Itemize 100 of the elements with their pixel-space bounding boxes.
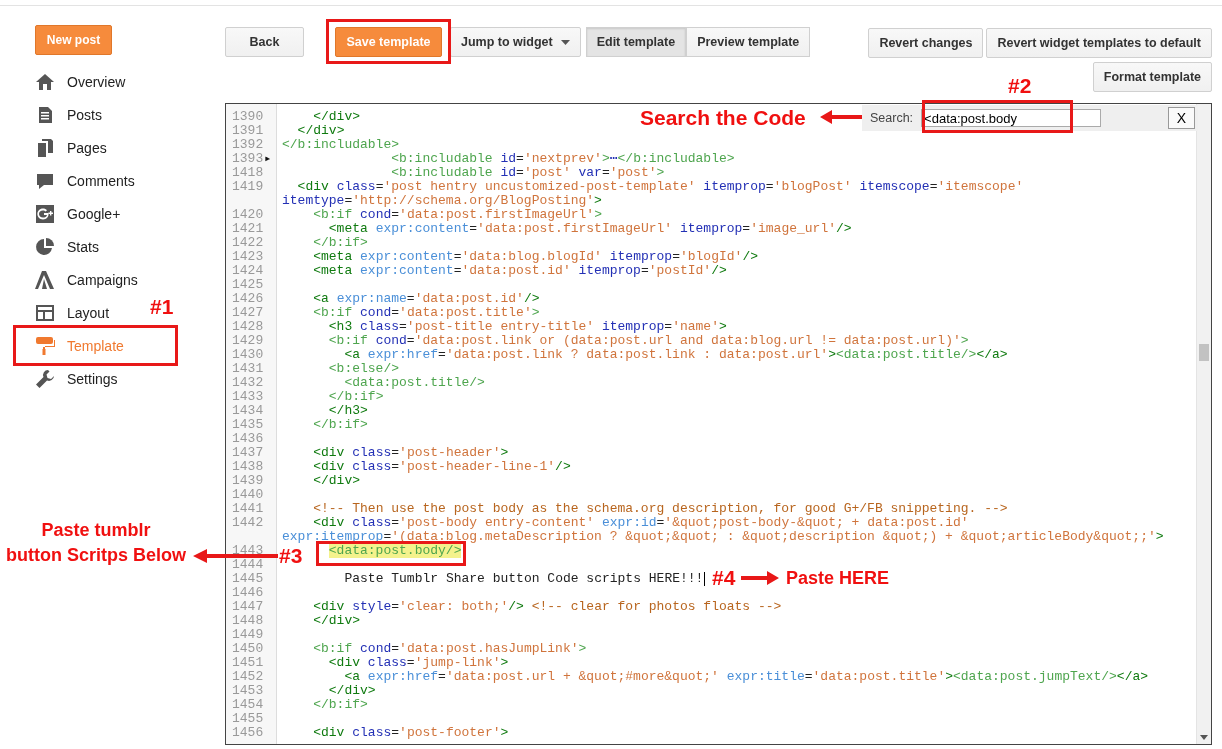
scrollbar-thumb[interactable] bbox=[1199, 344, 1209, 361]
code-line: <meta expr:content='data:blog.blogId' itemprop='blogId'/> bbox=[313, 250, 758, 264]
line-number: 1429 bbox=[232, 334, 264, 348]
pages-icon bbox=[35, 137, 55, 158]
code-line: <data:post.title/> bbox=[344, 376, 485, 390]
code-line: <b:if cond='data:post.title'> bbox=[313, 306, 540, 320]
code-line: <div class='post-footer'> bbox=[313, 726, 509, 740]
line-number: 1431 bbox=[232, 362, 264, 376]
code-line: <div class='post-body entry-content' expr:id='&quot;post-body-&quot; + data:post.id' bbox=[313, 516, 969, 530]
line-number: 1441 bbox=[232, 502, 264, 516]
code-line: <a expr:href='data:post.link ? data:post.link : data:post.url'><data:post.title/></a> bbox=[344, 348, 1008, 362]
code-line: </div> bbox=[313, 474, 361, 488]
code-line: <div class='post-header'> bbox=[313, 446, 509, 460]
line-number: 1424 bbox=[232, 264, 264, 278]
line-number: 1426 bbox=[232, 292, 264, 306]
scroll-down-arrow-icon[interactable] bbox=[1200, 735, 1208, 740]
code-line: <b:if cond='data:post.link or (data:post.url and data:blog.url != data:post.url)'> bbox=[328, 334, 969, 348]
code-line: </b:if> bbox=[328, 390, 384, 404]
revert-widgets-button[interactable]: Revert widget templates to default bbox=[986, 28, 1212, 58]
line-number: 1428 bbox=[232, 320, 264, 334]
line-number: 1444 bbox=[232, 558, 264, 572]
settings-icon bbox=[35, 368, 55, 389]
back-button[interactable]: Back bbox=[225, 27, 304, 57]
line-number: 1425 bbox=[232, 278, 264, 292]
line-number: 1421 bbox=[232, 222, 264, 236]
line-number: 1391 bbox=[232, 124, 264, 138]
line-number: 1392 bbox=[232, 138, 264, 152]
search-label: Search: bbox=[870, 111, 914, 125]
code-line: <b:else/> bbox=[328, 362, 400, 376]
line-number: 1453 bbox=[232, 684, 264, 698]
sidebar-item[interactable]: Comments bbox=[35, 164, 135, 197]
layout-icon bbox=[35, 302, 55, 323]
home-icon bbox=[35, 71, 55, 92]
annotation-note: Search the Code bbox=[640, 105, 806, 130]
caret-icon bbox=[560, 39, 570, 45]
sidebar-item[interactable]: Settings bbox=[35, 362, 118, 395]
view-tab[interactable]: Preview template bbox=[686, 27, 811, 57]
code-line: </b:if> bbox=[313, 418, 368, 432]
step-label: #4 bbox=[712, 566, 736, 590]
code-line: Paste Tumblr Share button Code scripts HERE!!! bbox=[344, 572, 704, 586]
line-number: 1390 bbox=[232, 110, 264, 124]
annotation-arrow bbox=[741, 571, 779, 585]
line-number: 1455 bbox=[232, 712, 264, 726]
line-number: 1393 bbox=[232, 152, 264, 166]
code-line: <h3 class='post-title entry-title' itemprop='name'> bbox=[328, 320, 727, 334]
line-number: 1432 bbox=[232, 376, 264, 390]
code-line: <meta expr:content='data:post.id' itemprop='postId'/> bbox=[313, 264, 727, 278]
code-line: expr:itemprop='(data:blog.metaDescription ? &quot;&quot; : &quot;description &quot;) + &quot;articleBody&quot;;'> bbox=[282, 530, 1164, 544]
code-line: itemtype='http://schema.org/BlogPosting'> bbox=[282, 194, 602, 208]
line-number: 1420 bbox=[232, 208, 264, 222]
sidebar-item[interactable]: Stats bbox=[35, 230, 99, 263]
line-number: 1451 bbox=[232, 656, 264, 670]
step-label: #2 bbox=[1008, 74, 1032, 98]
gplus-icon bbox=[35, 203, 55, 224]
close-search-button[interactable]: X bbox=[1168, 107, 1195, 129]
scrollbar[interactable] bbox=[1196, 104, 1211, 744]
line-number: 1433 bbox=[232, 390, 264, 404]
annotation-arrow bbox=[820, 110, 862, 124]
sidebar-item[interactable]: Posts bbox=[35, 98, 102, 131]
line-number: 1439 bbox=[232, 474, 264, 488]
code-line: </h3> bbox=[328, 404, 368, 418]
line-number: 1440 bbox=[232, 488, 264, 502]
line-number: 1448 bbox=[232, 614, 264, 628]
sidebar-item[interactable]: Overview bbox=[35, 65, 126, 98]
paint-roller-icon bbox=[35, 335, 55, 356]
search-field[interactable]: <data:post.body bbox=[921, 109, 1102, 127]
line-number: 1435 bbox=[232, 418, 264, 432]
fold-marker[interactable]: ▶ bbox=[265, 152, 271, 166]
code-line: </b:if> bbox=[313, 236, 368, 250]
line-number: 1456 bbox=[232, 726, 264, 740]
code-line: </div> bbox=[297, 124, 345, 138]
line-number: 1436 bbox=[232, 432, 264, 446]
revert-changes-button[interactable]: Revert changes bbox=[868, 28, 984, 58]
code-line: </b:includable> bbox=[282, 138, 400, 152]
format-template-button[interactable]: Format template bbox=[1092, 62, 1212, 92]
code-line: <!-- Then use the post body as the schema.org description, for good G+/FB snippeting. --> bbox=[313, 502, 1008, 516]
code-line: </div> bbox=[313, 110, 361, 124]
view-tab[interactable]: Edit template bbox=[585, 27, 687, 57]
line-number: 1443 bbox=[232, 544, 264, 558]
line-number: 1452 bbox=[232, 670, 264, 684]
line-number: 1423 bbox=[232, 250, 264, 264]
sidebar-item[interactable]: Google+ bbox=[35, 197, 121, 230]
line-number: 1454 bbox=[232, 698, 264, 712]
line-number: 1438 bbox=[232, 460, 264, 474]
code-line: <div class='jump-link'> bbox=[328, 656, 509, 670]
line-number: 1437 bbox=[232, 446, 264, 460]
sidebar-item[interactable]: Layout bbox=[35, 296, 110, 329]
line-number: 1419 bbox=[232, 180, 264, 194]
line-number: 1418 bbox=[232, 166, 264, 180]
annotation-note: Paste tumblr button Scritps Below bbox=[6, 519, 186, 567]
code-line: <meta expr:content='data:post.firstImageUrl' itemprop='image_url'/> bbox=[328, 222, 852, 236]
code-line: <div class='post hentry uncustomized-post-template' itemprop='blogPost' itemscope='itemscope' bbox=[297, 180, 1024, 194]
sidebar-item[interactable]: Campaigns bbox=[35, 263, 138, 296]
sidebar-item[interactable]: Pages bbox=[35, 131, 107, 164]
line-number: 1422 bbox=[232, 236, 264, 250]
line-number: 1427 bbox=[232, 306, 264, 320]
pie-chart-icon bbox=[35, 236, 55, 257]
code-line: <b:includable id='nextprev'>⋯</b:includable> bbox=[391, 152, 735, 166]
line-number: 1445 bbox=[232, 572, 264, 586]
jump-to-widget-dropdown[interactable]: Jump to widget bbox=[450, 27, 581, 57]
